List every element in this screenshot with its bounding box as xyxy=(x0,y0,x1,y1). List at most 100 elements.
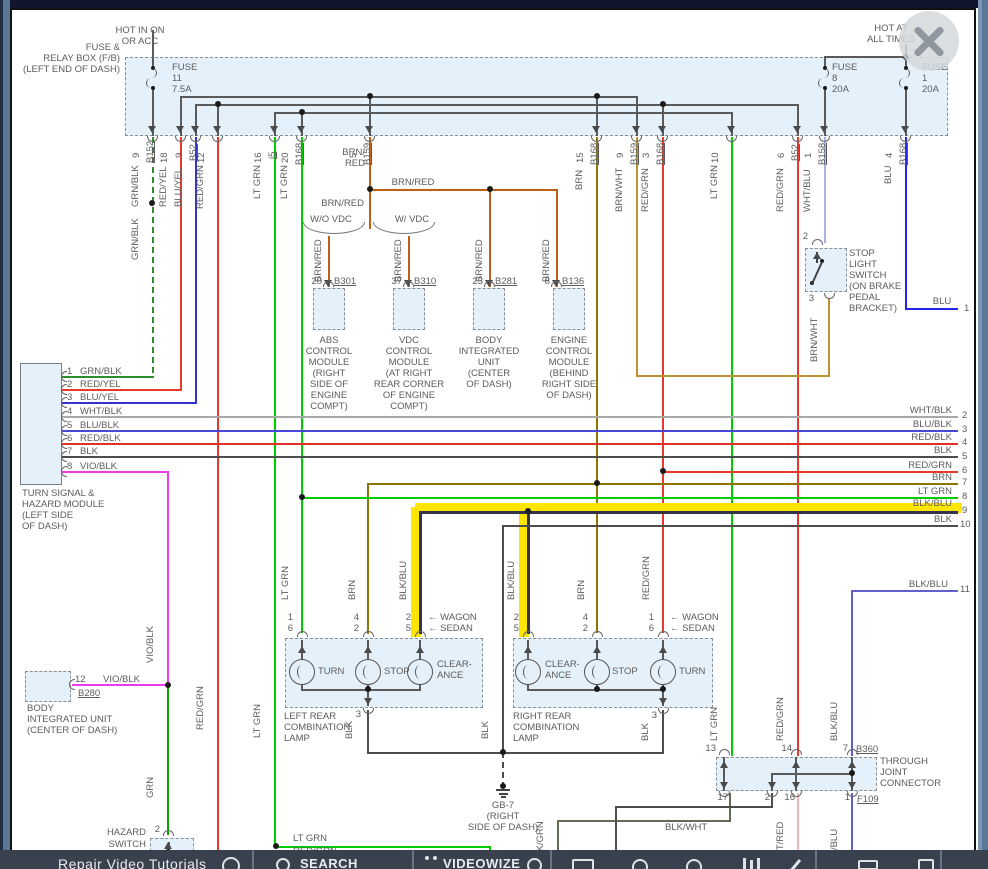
wire-label: WHT/BLK xyxy=(80,407,122,417)
wire-label: 2 xyxy=(583,624,588,634)
wire-label: 20A xyxy=(832,85,849,95)
component-box xyxy=(805,248,847,292)
monitor-icon[interactable] xyxy=(572,859,594,869)
wire-label: RED/GRN xyxy=(776,168,786,212)
wire-label: i5 xyxy=(268,152,278,159)
wire-label: 9 xyxy=(616,153,626,158)
pin-arc xyxy=(819,136,830,142)
pin-arc xyxy=(212,136,223,142)
pin-arc xyxy=(791,749,802,755)
wire-label: BRN/ xyxy=(342,148,365,158)
pin-arrow-icon xyxy=(524,646,532,653)
toolbar-search-button[interactable]: SEARCH xyxy=(300,856,358,869)
pin-arc xyxy=(415,631,426,637)
zoom-in-icon[interactable] xyxy=(686,859,702,869)
wire-label: (LEFT SIDE xyxy=(22,511,73,521)
pin-arrow-icon xyxy=(270,126,278,133)
bulb-symbol xyxy=(515,659,541,685)
wire-label: 23 xyxy=(472,277,483,287)
pin-arrow-icon xyxy=(298,646,306,653)
wire-label: LT GRN xyxy=(253,704,263,738)
wire-label: WHT/BLK xyxy=(910,406,952,416)
wire-label: 2 xyxy=(67,380,72,390)
wire-label: B152 xyxy=(146,141,156,163)
wire-label: 10 xyxy=(711,152,721,163)
component-box xyxy=(20,363,62,485)
wire-label: B168 xyxy=(590,143,600,165)
wire-label: ← SEDAN xyxy=(670,624,715,634)
toolbar-divider xyxy=(550,850,552,869)
wire-label: 3 xyxy=(67,393,72,403)
toolbar-repair-video-button[interactable]: Repair Video Tutorials xyxy=(58,856,206,869)
zoom-out-icon[interactable] xyxy=(632,859,648,869)
wire-label: 2 xyxy=(354,624,359,634)
junction-dot xyxy=(367,186,373,192)
pen-icon[interactable] xyxy=(788,859,801,869)
wire-segment xyxy=(274,112,733,114)
wire-label: 7.5A xyxy=(172,85,192,95)
pin-arc xyxy=(363,708,374,714)
wire-label: 8 xyxy=(832,74,837,84)
wire-label: BRACKET) xyxy=(849,304,897,314)
wire-label: BLU xyxy=(884,166,894,184)
printer-icon[interactable] xyxy=(858,860,878,869)
wire-label: 8 xyxy=(962,492,967,502)
toolbar-videowize-button[interactable]: VIDEOWIZE xyxy=(443,856,520,869)
wire-label: VDC xyxy=(399,336,419,346)
wire-label: 6 xyxy=(962,466,967,476)
download-icon[interactable] xyxy=(918,859,934,869)
pin-arc xyxy=(175,136,186,142)
wire-label: 20 xyxy=(281,152,291,163)
pin-arrow-icon xyxy=(727,126,735,133)
pin-arrow-icon xyxy=(848,761,856,768)
junction-dot xyxy=(299,109,305,115)
wire-label: HOT IN ON xyxy=(116,26,165,36)
pin-arc xyxy=(363,631,374,637)
wire-label: 7 xyxy=(962,478,967,488)
pin-arrow-icon xyxy=(416,646,424,653)
wire-segment xyxy=(62,456,958,458)
wire-label: THROUGH xyxy=(880,757,928,767)
wire-label: TURN xyxy=(318,667,344,677)
toolbar-divider xyxy=(252,850,254,869)
junction-dot xyxy=(299,494,305,500)
close-button[interactable] xyxy=(899,11,959,71)
wire-label: TURN xyxy=(679,667,705,677)
wire-label: 9 xyxy=(962,506,967,516)
pin-arrow-icon xyxy=(592,126,600,133)
wire-label: 2 xyxy=(962,411,967,421)
wire-label: GRN/BLK xyxy=(131,165,141,207)
rotate-icon[interactable] xyxy=(527,858,542,869)
wire-label: BLU/YEL xyxy=(80,393,119,403)
wire-label: BRN/RED xyxy=(392,178,435,188)
search-icon[interactable] xyxy=(276,858,290,869)
junction-dot xyxy=(660,101,666,107)
wire-label: BLK xyxy=(481,721,491,739)
pin-arrow-icon xyxy=(659,646,667,653)
wire-segment xyxy=(828,298,830,376)
bulb-symbol xyxy=(584,659,610,685)
pin-arrow-icon xyxy=(793,126,801,133)
pin-arrow-icon xyxy=(813,252,821,259)
diagram-canvas: HOT IN ONOR ACCFUSE &RELAY BOX (F/B)(LEF… xyxy=(0,0,988,869)
wire-label: 1 xyxy=(845,793,850,803)
wire-segment xyxy=(301,689,421,691)
wire-label: OF DASH) xyxy=(466,380,511,390)
wire-segment xyxy=(636,375,830,377)
pin-arc xyxy=(297,631,308,637)
wire-segment xyxy=(167,686,169,835)
sliders-icon[interactable] xyxy=(750,860,753,869)
pin-arrow-icon xyxy=(364,646,372,653)
wire-label: SWITCH xyxy=(109,840,146,850)
wire-label: GRN/BLK xyxy=(80,367,122,377)
wire-label: ENGINE xyxy=(311,391,347,401)
sliders-icon[interactable] xyxy=(757,858,760,869)
sliders-icon[interactable] xyxy=(743,858,746,869)
wire-label: (CENTER xyxy=(468,369,510,379)
info-circle-icon[interactable] xyxy=(222,857,240,869)
wire-label: BLK/BLU xyxy=(913,499,952,509)
wire-label: BLK xyxy=(641,723,651,741)
pin-arc xyxy=(190,136,201,142)
wire-label: B136 xyxy=(562,277,584,287)
wire-label: COMPT) xyxy=(390,402,427,412)
